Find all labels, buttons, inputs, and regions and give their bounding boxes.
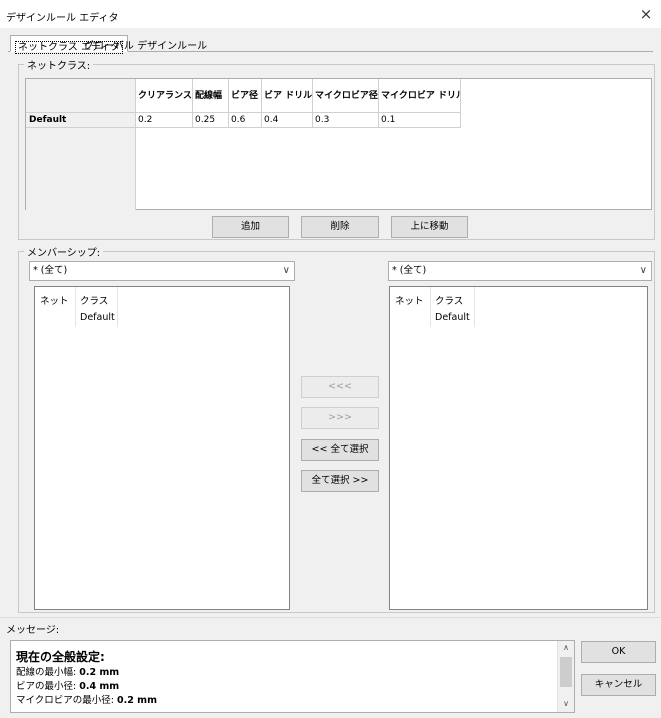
right-net-list[interactable]: ネット クラス Default <box>389 286 648 610</box>
left-list-header-net[interactable]: ネット <box>40 293 69 307</box>
move-left-button[interactable]: <<< <box>301 376 379 398</box>
col-header-via-dia[interactable]: ビア径 <box>229 79 262 113</box>
right-list-row-class[interactable]: Default <box>435 312 470 323</box>
message-line-value: 0.2 mm <box>79 667 120 678</box>
messages-divider <box>0 617 661 618</box>
move-up-button[interactable]: 上に移動 <box>391 216 468 238</box>
select-all-right-button[interactable]: 全て選択 >> <box>301 470 379 492</box>
message-line: 配線の最小幅: 0.2 mm <box>16 664 119 678</box>
cell-via-dia[interactable]: 0.6 <box>229 113 262 128</box>
add-button[interactable]: 追加 <box>212 216 289 238</box>
title-bar: デザインルール エディタ × <box>0 0 661 28</box>
ok-button[interactable]: OK <box>581 641 656 663</box>
left-filter-value: * (全て) <box>33 265 68 276</box>
right-filter-select[interactable]: * (全て) ∨ <box>388 261 652 281</box>
chevron-down-icon: ∨ <box>282 265 290 276</box>
select-all-left-button[interactable]: << 全て選択 <box>301 439 379 461</box>
tab-label: グローバル デザインルール <box>84 41 208 52</box>
right-filter-value: * (全て) <box>392 265 427 276</box>
messages-label: メッセージ: <box>6 625 60 636</box>
message-line-label: マイクロビアの最小径: <box>16 695 115 706</box>
col-header-via-drill[interactable]: ビア ドリル <box>262 79 313 113</box>
col-header-uvia-drill[interactable]: マイクロビア ドリル <box>379 79 461 113</box>
col-header-clearance[interactable]: クリアランス <box>136 79 193 113</box>
left-list-header-class[interactable]: クラス <box>80 293 108 307</box>
message-line-value: 0.2 mm <box>117 695 157 706</box>
message-line: マイクロビアの最小径: 0.2 mm <box>16 692 157 706</box>
scroll-down-icon[interactable]: ∨ <box>558 699 574 708</box>
scroll-up-icon[interactable]: ∧ <box>558 643 574 652</box>
cell-uvia-dia[interactable]: 0.3 <box>313 113 379 128</box>
message-line-label: 配線の最小幅: <box>16 667 77 678</box>
row-header-default[interactable]: Default <box>26 113 136 128</box>
message-line-value: 0.4 mm <box>79 681 120 692</box>
cell-uvia-drill[interactable]: 0.1 <box>379 113 461 128</box>
message-line-label: ビアの最小径: <box>16 681 77 692</box>
messages-scrollbar[interactable]: ∧ ∨ <box>557 641 574 712</box>
netclass-group-label: ネットクラス: <box>24 57 94 72</box>
scroll-thumb[interactable] <box>560 657 572 687</box>
delete-button[interactable]: 削除 <box>301 216 379 238</box>
tab-global-design-rules[interactable]: グローバル デザインルール <box>80 35 211 52</box>
left-filter-select[interactable]: * (全て) ∨ <box>29 261 295 281</box>
messages-heading: 現在の全般設定: <box>16 650 105 664</box>
right-list-header-class[interactable]: クラス <box>435 293 463 307</box>
membership-group-label: メンバーシップ: <box>24 244 104 259</box>
netclass-grid[interactable]: クリアランス 配線幅 ビア径 ビア ドリル マイクロビア径 マイクロビア ドリル… <box>25 78 652 210</box>
right-list-header-net[interactable]: ネット <box>395 293 424 307</box>
cell-clearance[interactable]: 0.2 <box>136 113 193 128</box>
message-line: ビアの最小径: 0.4 mm <box>16 678 119 692</box>
left-list-row-class[interactable]: Default <box>80 312 115 323</box>
chevron-down-icon: ∨ <box>639 265 647 276</box>
cell-track-width[interactable]: 0.25 <box>193 113 229 128</box>
cancel-button[interactable]: キャンセル <box>581 674 656 696</box>
grid-corner <box>26 79 136 113</box>
messages-box[interactable]: 現在の全般設定: 配線の最小幅: 0.2 mm ビアの最小径: 0.4 mm マ… <box>10 640 575 713</box>
cell-via-drill[interactable]: 0.4 <box>262 113 313 128</box>
col-header-track-width[interactable]: 配線幅 <box>193 79 229 113</box>
left-net-list[interactable]: ネット クラス Default <box>34 286 290 610</box>
col-header-uvia-dia[interactable]: マイクロビア径 <box>313 79 379 113</box>
move-right-button[interactable]: >>> <box>301 407 379 429</box>
window-title: デザインルール エディタ <box>6 13 119 24</box>
close-icon[interactable]: × <box>637 5 655 23</box>
